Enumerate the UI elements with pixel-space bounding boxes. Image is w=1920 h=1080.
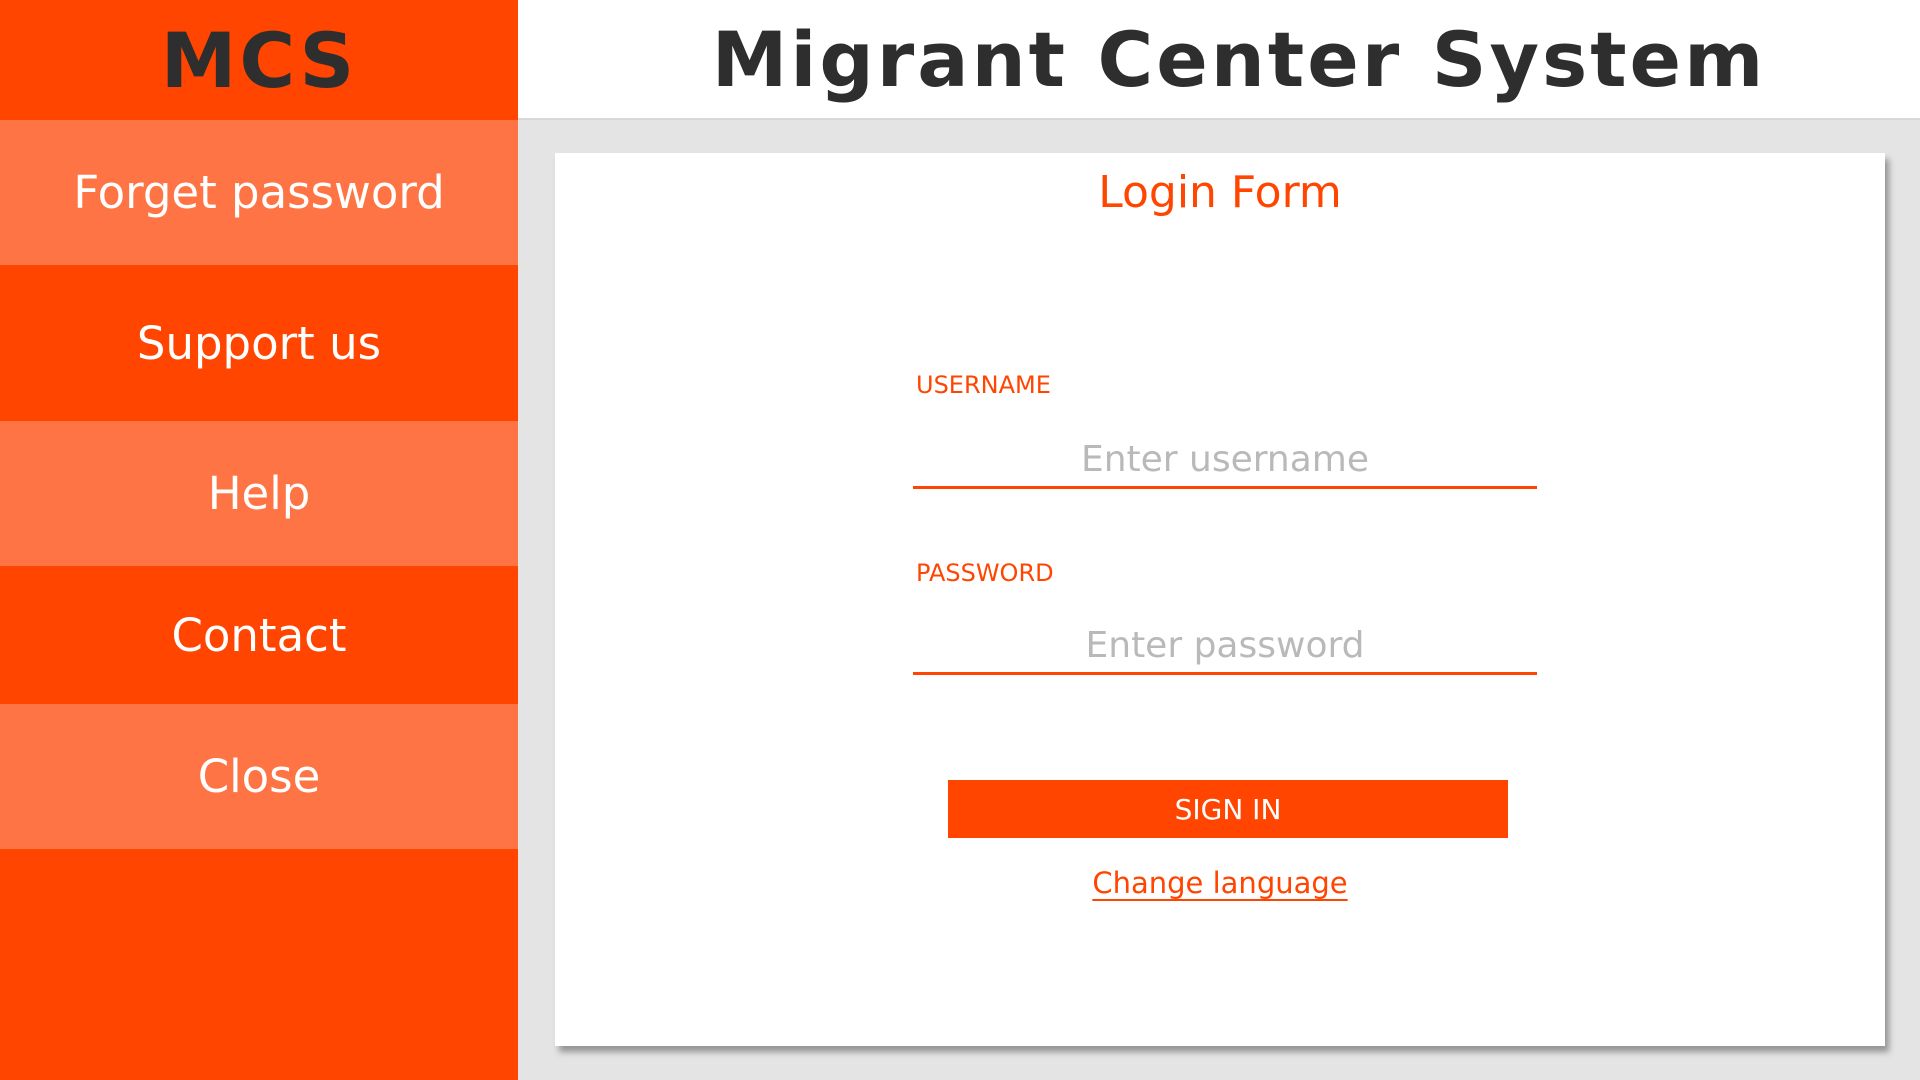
username-label: USERNAME: [916, 371, 1051, 399]
change-language-container: Change language: [555, 866, 1885, 900]
login-card: Login Form USERNAME PASSWORD SIGN IN Cha…: [555, 153, 1885, 1046]
sign-in-button[interactable]: SIGN IN: [948, 780, 1508, 838]
username-input[interactable]: [913, 433, 1537, 489]
sidebar-item-support-us[interactable]: Support us: [0, 265, 518, 421]
login-form-title: Login Form: [1098, 167, 1342, 218]
page-header: Migrant Center System: [518, 0, 1920, 120]
brand-logo: MCS: [0, 0, 518, 120]
sidebar-item-help[interactable]: Help: [0, 421, 518, 566]
page-title: Migrant Center System: [711, 14, 1767, 104]
sidebar: MCS Forget password Support us Help Cont…: [0, 0, 518, 1080]
brand-name: MCS: [160, 15, 358, 105]
sidebar-item-close[interactable]: Close: [0, 704, 518, 849]
sidebar-item-contact[interactable]: Contact: [0, 566, 518, 704]
password-label: PASSWORD: [916, 559, 1054, 587]
sidebar-item-forget-password[interactable]: Forget password: [0, 120, 518, 265]
password-input[interactable]: [913, 619, 1537, 675]
change-language-link[interactable]: Change language: [1092, 866, 1347, 900]
